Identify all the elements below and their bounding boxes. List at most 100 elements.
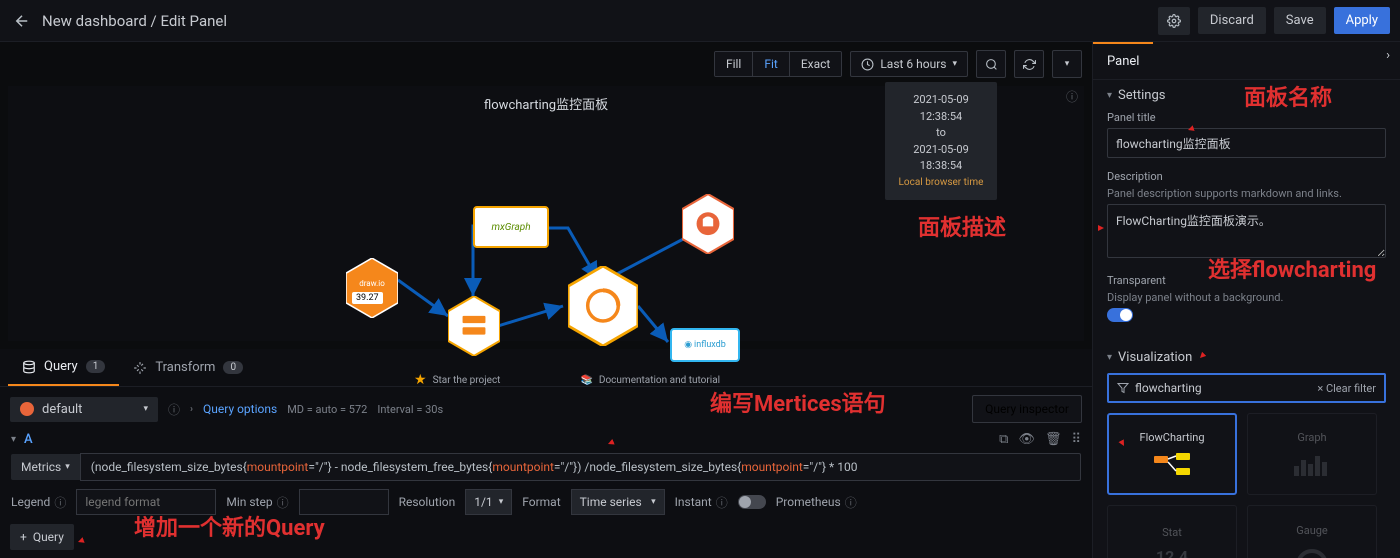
transparent-hint: Display panel without a background.	[1107, 291, 1386, 304]
query-letter: A	[24, 432, 33, 447]
viz-filter: × Clear filter	[1107, 373, 1386, 403]
chevron-down-icon: ▾	[1107, 352, 1112, 363]
sidebar: Panel › ▾ Settings Panel title Descripti…	[1092, 42, 1400, 558]
exact-button[interactable]: Exact	[790, 52, 842, 76]
minstep-label: Min step ⓘ	[226, 494, 288, 511]
transparent-switch[interactable]	[1107, 308, 1133, 322]
clock-icon	[861, 58, 874, 71]
chevron-down-icon: ▾	[952, 59, 957, 69]
time-range-tooltip: 2021-05-09 12:38:54 to 2021-05-09 18:38:…	[885, 82, 997, 200]
tab-transform[interactable]: Transform 0	[119, 349, 257, 386]
panel-toolbar: Fill Fit Exact Last 6 hours ▾ ▾ 2021-05-…	[0, 42, 1092, 86]
chevron-right-icon[interactable]: ›	[190, 404, 193, 415]
legend-input[interactable]	[76, 489, 216, 515]
fit-button[interactable]: Fit	[753, 52, 789, 76]
mxgraph-node: mxGraph	[473, 206, 549, 248]
workarea: Fill Fit Exact Last 6 hours ▾ ▾ 2021-05-…	[0, 42, 1092, 558]
settings-gear-icon[interactable]	[1158, 7, 1190, 35]
time-range-button[interactable]: Last 6 hours ▾	[850, 51, 968, 77]
drag-query-icon[interactable]: ⠿	[1071, 432, 1081, 447]
transform-icon	[133, 361, 147, 375]
description-textarea[interactable]: FlowCharting监控面板演示。	[1107, 204, 1386, 258]
query-inspector-button[interactable]: Query inspector	[972, 395, 1082, 423]
zoom-out-icon[interactable]	[976, 50, 1006, 78]
tab-query[interactable]: Query 1	[8, 349, 119, 386]
section-visualization[interactable]: ▾ Visualization	[1107, 350, 1386, 365]
gauge-icon	[1294, 545, 1330, 558]
transform-count-badge: 0	[223, 361, 243, 374]
drawio-label: draw.io	[354, 279, 390, 288]
clear-filter-button[interactable]: × Clear filter	[1317, 382, 1376, 395]
flowchart-diagram: draw.io 39.27 mxGraph ◉influxdb ★Star th…	[308, 176, 728, 396]
grafana-node	[568, 266, 638, 346]
drawio-value: 39.27	[352, 292, 383, 304]
books-icon: 📚	[580, 375, 592, 386]
chevron-down-icon: ▾	[143, 404, 148, 414]
add-query-button[interactable]: + Query	[10, 524, 74, 550]
refresh-icon[interactable]	[1014, 50, 1044, 78]
panel-info-icon[interactable]: ⓘ	[1066, 88, 1078, 105]
viz-filter-input[interactable]	[1135, 381, 1311, 395]
view-mode-group: Fill Fit Exact	[714, 51, 842, 77]
apply-button[interactable]: Apply	[1334, 7, 1390, 34]
docs-link[interactable]: 📚Documentation and tutorial	[580, 372, 720, 388]
description-label: Description	[1107, 170, 1386, 183]
section-settings[interactable]: ▾ Settings	[1107, 88, 1386, 103]
topbar: New dashboard / Edit Panel Discard Save …	[0, 0, 1400, 42]
metrics-label: Metrics▾	[11, 454, 80, 480]
prometheus-icon	[20, 402, 34, 416]
footer-links: ★Star the project 📚Documentation and tut…	[414, 372, 720, 388]
discard-button[interactable]: Discard	[1198, 7, 1266, 34]
prometheus-node	[682, 194, 734, 254]
viz-card-stat[interactable]: Stat 12.4	[1107, 505, 1237, 558]
panel-title-input[interactable]	[1107, 128, 1386, 158]
save-button[interactable]: Save	[1274, 7, 1326, 34]
info-icon[interactable]: ⓘ	[168, 401, 180, 418]
back-arrow[interactable]	[10, 9, 34, 33]
viz-card-gauge[interactable]: Gauge 79	[1247, 505, 1377, 558]
drawio-node	[346, 258, 398, 318]
graph-icon	[1292, 452, 1332, 478]
toggle-query-icon[interactable]: 👁	[1018, 432, 1035, 447]
time-to: 2021-05-09 18:38:54	[895, 142, 987, 175]
time-range-label: Last 6 hours	[880, 57, 946, 71]
viz-card-flowcharting[interactable]: FlowCharting	[1107, 413, 1237, 495]
datasource-select[interactable]: default ▾	[10, 397, 158, 422]
side-tab-panel[interactable]: Panel	[1093, 42, 1153, 79]
resolution-select[interactable]: 1/1▾	[465, 489, 512, 515]
interval-meta: Interval = 30s	[377, 403, 443, 416]
time-from: 2021-05-09 12:38:54	[895, 92, 987, 125]
boxes-node	[448, 296, 500, 356]
star-project-link[interactable]: ★Star the project	[414, 372, 500, 388]
minstep-input[interactable]	[299, 489, 389, 515]
description-hint: Panel description supports markdown and …	[1107, 187, 1386, 200]
database-icon	[22, 360, 36, 374]
resolution-label: Resolution	[399, 495, 456, 509]
fill-button[interactable]: Fill	[715, 52, 753, 76]
query-count-badge: 1	[86, 360, 106, 373]
influxdb-node: ◉influxdb	[670, 328, 740, 362]
query-options-link[interactable]: Query options	[203, 402, 277, 416]
copy-query-icon[interactable]: ⧉	[999, 432, 1008, 447]
filter-icon	[1117, 382, 1129, 394]
metrics-input[interactable]: (node_filesystem_size_bytes{mountpoint="…	[80, 453, 1081, 481]
query-block-a: ▾ A ⧉ 👁 🗑 ⠿ Metrics▾ (node_filesystem_si…	[10, 431, 1082, 516]
viz-card-graph[interactable]: Graph	[1247, 413, 1377, 495]
format-select[interactable]: Time series▾	[571, 489, 665, 515]
format-label: Format	[522, 495, 560, 509]
refresh-dropdown-icon[interactable]: ▾	[1052, 50, 1082, 78]
transparent-label: Transparent	[1107, 274, 1386, 287]
star-icon: ★	[414, 372, 427, 388]
query-area: default ▾ ⓘ › Query options MD = auto = …	[0, 387, 1092, 558]
instant-toggle[interactable]	[738, 495, 766, 509]
panel-title-label: Panel title	[1107, 111, 1386, 124]
legend-label: Legend ⓘ	[11, 494, 66, 511]
prometheus-label: Prometheus ⓘ	[776, 494, 857, 511]
expand-sidebar-icon[interactable]: ›	[1376, 42, 1400, 79]
chevron-down-icon[interactable]: ▾	[11, 434, 16, 445]
chevron-down-icon: ▾	[1107, 90, 1112, 101]
delete-query-icon[interactable]: 🗑	[1045, 432, 1062, 447]
instant-label: Instant ⓘ	[675, 494, 728, 511]
time-tz: Local browser time	[895, 175, 987, 190]
time-to-word: to	[895, 125, 987, 142]
